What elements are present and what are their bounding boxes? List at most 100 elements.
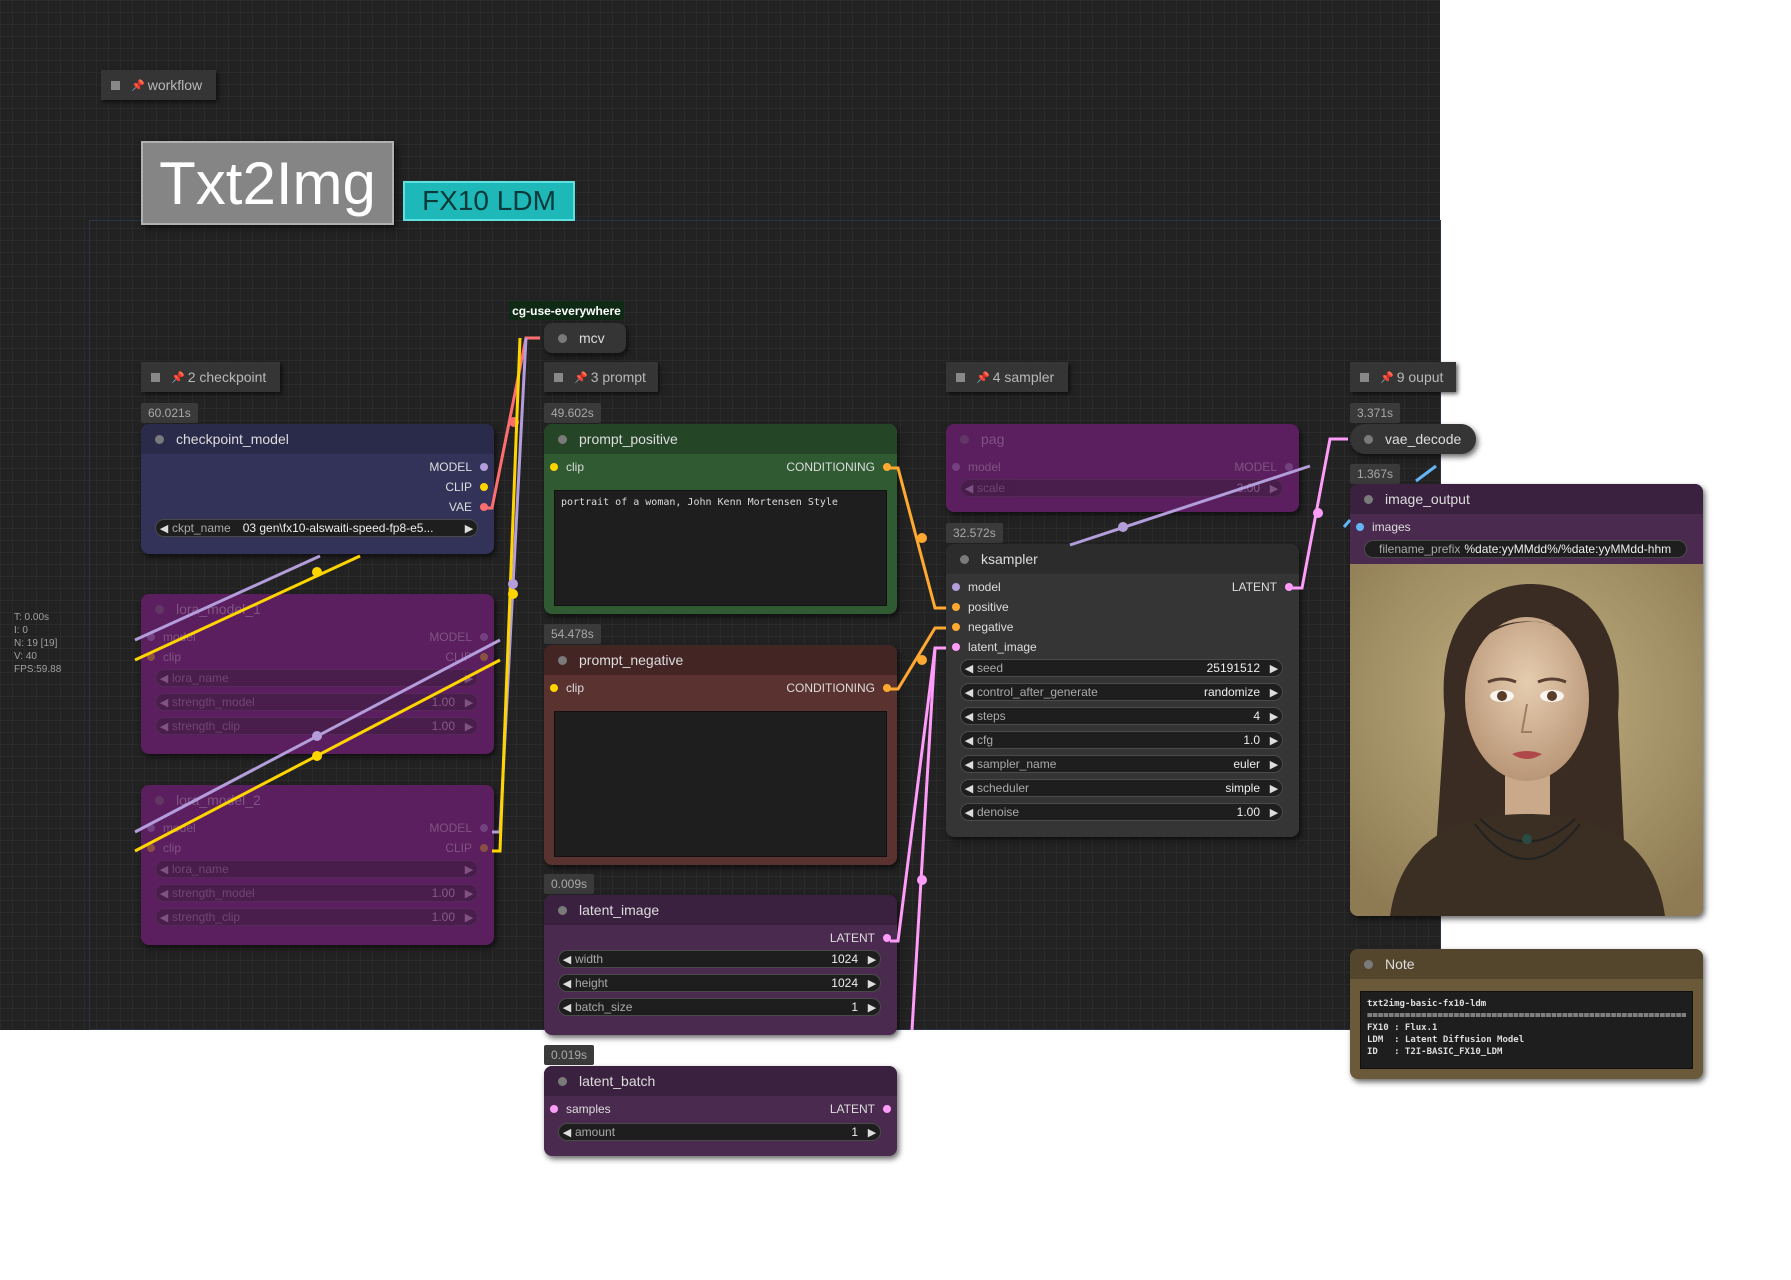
arrow-left-icon[interactable]: ◀: [961, 734, 977, 747]
input-model[interactable]: model: [147, 630, 196, 644]
arrow-left-icon[interactable]: ◀: [156, 887, 172, 900]
output-conditioning[interactable]: CONDITIONING: [786, 460, 891, 474]
arrow-right-icon[interactable]: ▶: [864, 977, 880, 990]
group-collapse-icon[interactable]: [111, 80, 120, 90]
input-model[interactable]: model: [952, 580, 1001, 594]
strength-clip-widget[interactable]: ◀ strength_clip 1.00 ▶: [155, 908, 478, 926]
arrow-left-icon[interactable]: ◀: [961, 782, 977, 795]
denoise-widget[interactable]: ◀ denoise 1.00 ▶: [960, 803, 1283, 821]
output-dot[interactable]: [1285, 463, 1293, 471]
output-dot[interactable]: [1285, 583, 1293, 591]
arrow-right-icon[interactable]: ▶: [1266, 806, 1282, 819]
group-header-workflow[interactable]: 📌 workflow: [101, 70, 216, 100]
input-clip[interactable]: clip: [147, 841, 181, 855]
arrow-right-icon[interactable]: ▶: [1266, 782, 1282, 795]
group-collapse-icon[interactable]: [956, 372, 965, 382]
output-dot[interactable]: [883, 684, 891, 692]
arrow-right-icon[interactable]: ▶: [864, 1126, 880, 1139]
input-clip[interactable]: clip: [550, 681, 584, 695]
filename-prefix-widget[interactable]: filename_prefix %date:yyMMdd%/%date:yyMM…: [1364, 540, 1687, 558]
arrow-right-icon[interactable]: ▶: [1266, 734, 1282, 747]
node-prompt-negative[interactable]: prompt_negative clip CONDITIONING: [544, 645, 897, 865]
arrow-right-icon[interactable]: ▶: [1266, 482, 1282, 495]
output-vae[interactable]: VAE: [449, 500, 488, 514]
prompt-positive-text[interactable]: portrait of a woman, John Kenn Mortensen…: [554, 490, 887, 606]
node-pag[interactable]: pag model MODEL ◀ scale 3.00 ▶: [946, 424, 1299, 512]
seed-widget[interactable]: ◀ seed 25191512 ▶: [960, 659, 1283, 677]
node-latent-image[interactable]: latent_image LATENT ◀ width 1024 ▶ ◀ height 1…: [544, 895, 897, 1035]
group-header-output[interactable]: 📌 9 ouput: [1350, 362, 1456, 392]
lora-name-combo[interactable]: ◀ lora_name ▶: [155, 669, 478, 687]
arrow-right-icon[interactable]: ▶: [461, 911, 477, 924]
input-samples[interactable]: samples: [550, 1102, 611, 1116]
node-collapse-dot[interactable]: [558, 1076, 567, 1086]
scale-widget[interactable]: ◀ scale 3.00 ▶: [960, 479, 1283, 497]
arrow-left-icon[interactable]: ◀: [559, 953, 575, 966]
output-latent[interactable]: LATENT: [1232, 580, 1293, 594]
output-clip[interactable]: CLIP: [445, 650, 488, 664]
arrow-left-icon[interactable]: ◀: [961, 482, 977, 495]
input-dot[interactable]: [147, 633, 155, 641]
arrow-right-icon[interactable]: ▶: [864, 953, 880, 966]
input-dot[interactable]: [952, 463, 960, 471]
output-model[interactable]: MODEL: [1234, 460, 1293, 474]
group-header-checkpoint[interactable]: 📌 2 checkpoint: [141, 362, 280, 392]
generated-image[interactable]: [1350, 564, 1703, 916]
node-collapse-dot[interactable]: [1364, 494, 1373, 504]
badge-title[interactable]: FX10 LDM: [403, 181, 575, 221]
output-model[interactable]: MODEL: [429, 460, 488, 474]
node-collapse-dot[interactable]: [960, 554, 969, 564]
output-latent[interactable]: LATENT: [830, 931, 891, 945]
input-clip[interactable]: clip: [147, 650, 181, 664]
node-collapse-dot[interactable]: [558, 905, 567, 915]
arrow-left-icon[interactable]: ◀: [559, 1001, 575, 1014]
input-dot[interactable]: [952, 603, 960, 611]
node-collapse-dot[interactable]: [558, 655, 567, 665]
group-collapse-icon[interactable]: [151, 372, 160, 382]
arrow-right-icon[interactable]: ▶: [461, 887, 477, 900]
output-dot[interactable]: [883, 934, 891, 942]
arrow-left-icon[interactable]: ◀: [961, 758, 977, 771]
arrow-right-icon[interactable]: ▶: [461, 696, 477, 709]
group-header-sampler[interactable]: 📌 4 sampler: [946, 362, 1068, 392]
arrow-left-icon[interactable]: ◀: [961, 662, 977, 675]
input-dot[interactable]: [147, 824, 155, 832]
arrow-right-icon[interactable]: ▶: [461, 863, 477, 876]
node-collapse-dot[interactable]: [1364, 959, 1373, 969]
node-collapse-dot[interactable]: [558, 434, 567, 444]
output-dot[interactable]: [883, 1105, 891, 1113]
arrow-left-icon[interactable]: ◀: [156, 522, 172, 535]
output-conditioning[interactable]: CONDITIONING: [786, 681, 891, 695]
input-dot[interactable]: [550, 684, 558, 692]
group-collapse-icon[interactable]: [554, 372, 563, 382]
strength-model-widget[interactable]: ◀ strength_model 1.00 ▶: [155, 884, 478, 902]
arrow-left-icon[interactable]: ◀: [961, 806, 977, 819]
output-dot[interactable]: [480, 483, 488, 491]
input-clip[interactable]: clip: [550, 460, 584, 474]
output-model[interactable]: MODEL: [429, 630, 488, 644]
output-latent[interactable]: LATENT: [830, 1102, 891, 1116]
node-lora-model-1[interactable]: lora_model_1 model clip MODEL CLIP ◀ lora…: [141, 594, 494, 754]
node-mcv[interactable]: mcv: [544, 323, 626, 353]
node-collapse-dot[interactable]: [155, 434, 164, 444]
node-prompt-positive[interactable]: prompt_positive clip CONDITIONING portra…: [544, 424, 897, 614]
arrow-right-icon[interactable]: ▶: [461, 672, 477, 685]
input-dot[interactable]: [147, 653, 155, 661]
arrow-left-icon[interactable]: ◀: [961, 686, 977, 699]
node-collapse-dot[interactable]: [558, 333, 567, 343]
cfg-widget[interactable]: ◀ cfg 1.0 ▶: [960, 731, 1283, 749]
output-dot[interactable]: [480, 633, 488, 641]
output-dot[interactable]: [883, 463, 891, 471]
arrow-left-icon[interactable]: ◀: [156, 911, 172, 924]
arrow-right-icon[interactable]: ▶: [1266, 758, 1282, 771]
note-text[interactable]: txt2img-basic-fx10-ldm =================…: [1360, 991, 1693, 1069]
input-dot[interactable]: [952, 643, 960, 651]
group-header-prompt[interactable]: 📌 3 prompt: [544, 362, 658, 392]
height-widget[interactable]: ◀ height 1024 ▶: [558, 974, 881, 992]
input-model[interactable]: model: [952, 460, 1001, 474]
arrow-left-icon[interactable]: ◀: [156, 720, 172, 733]
arrow-right-icon[interactable]: ▶: [1266, 662, 1282, 675]
arrow-left-icon[interactable]: ◀: [961, 710, 977, 723]
arrow-right-icon[interactable]: ▶: [461, 720, 477, 733]
input-model[interactable]: model: [147, 821, 196, 835]
